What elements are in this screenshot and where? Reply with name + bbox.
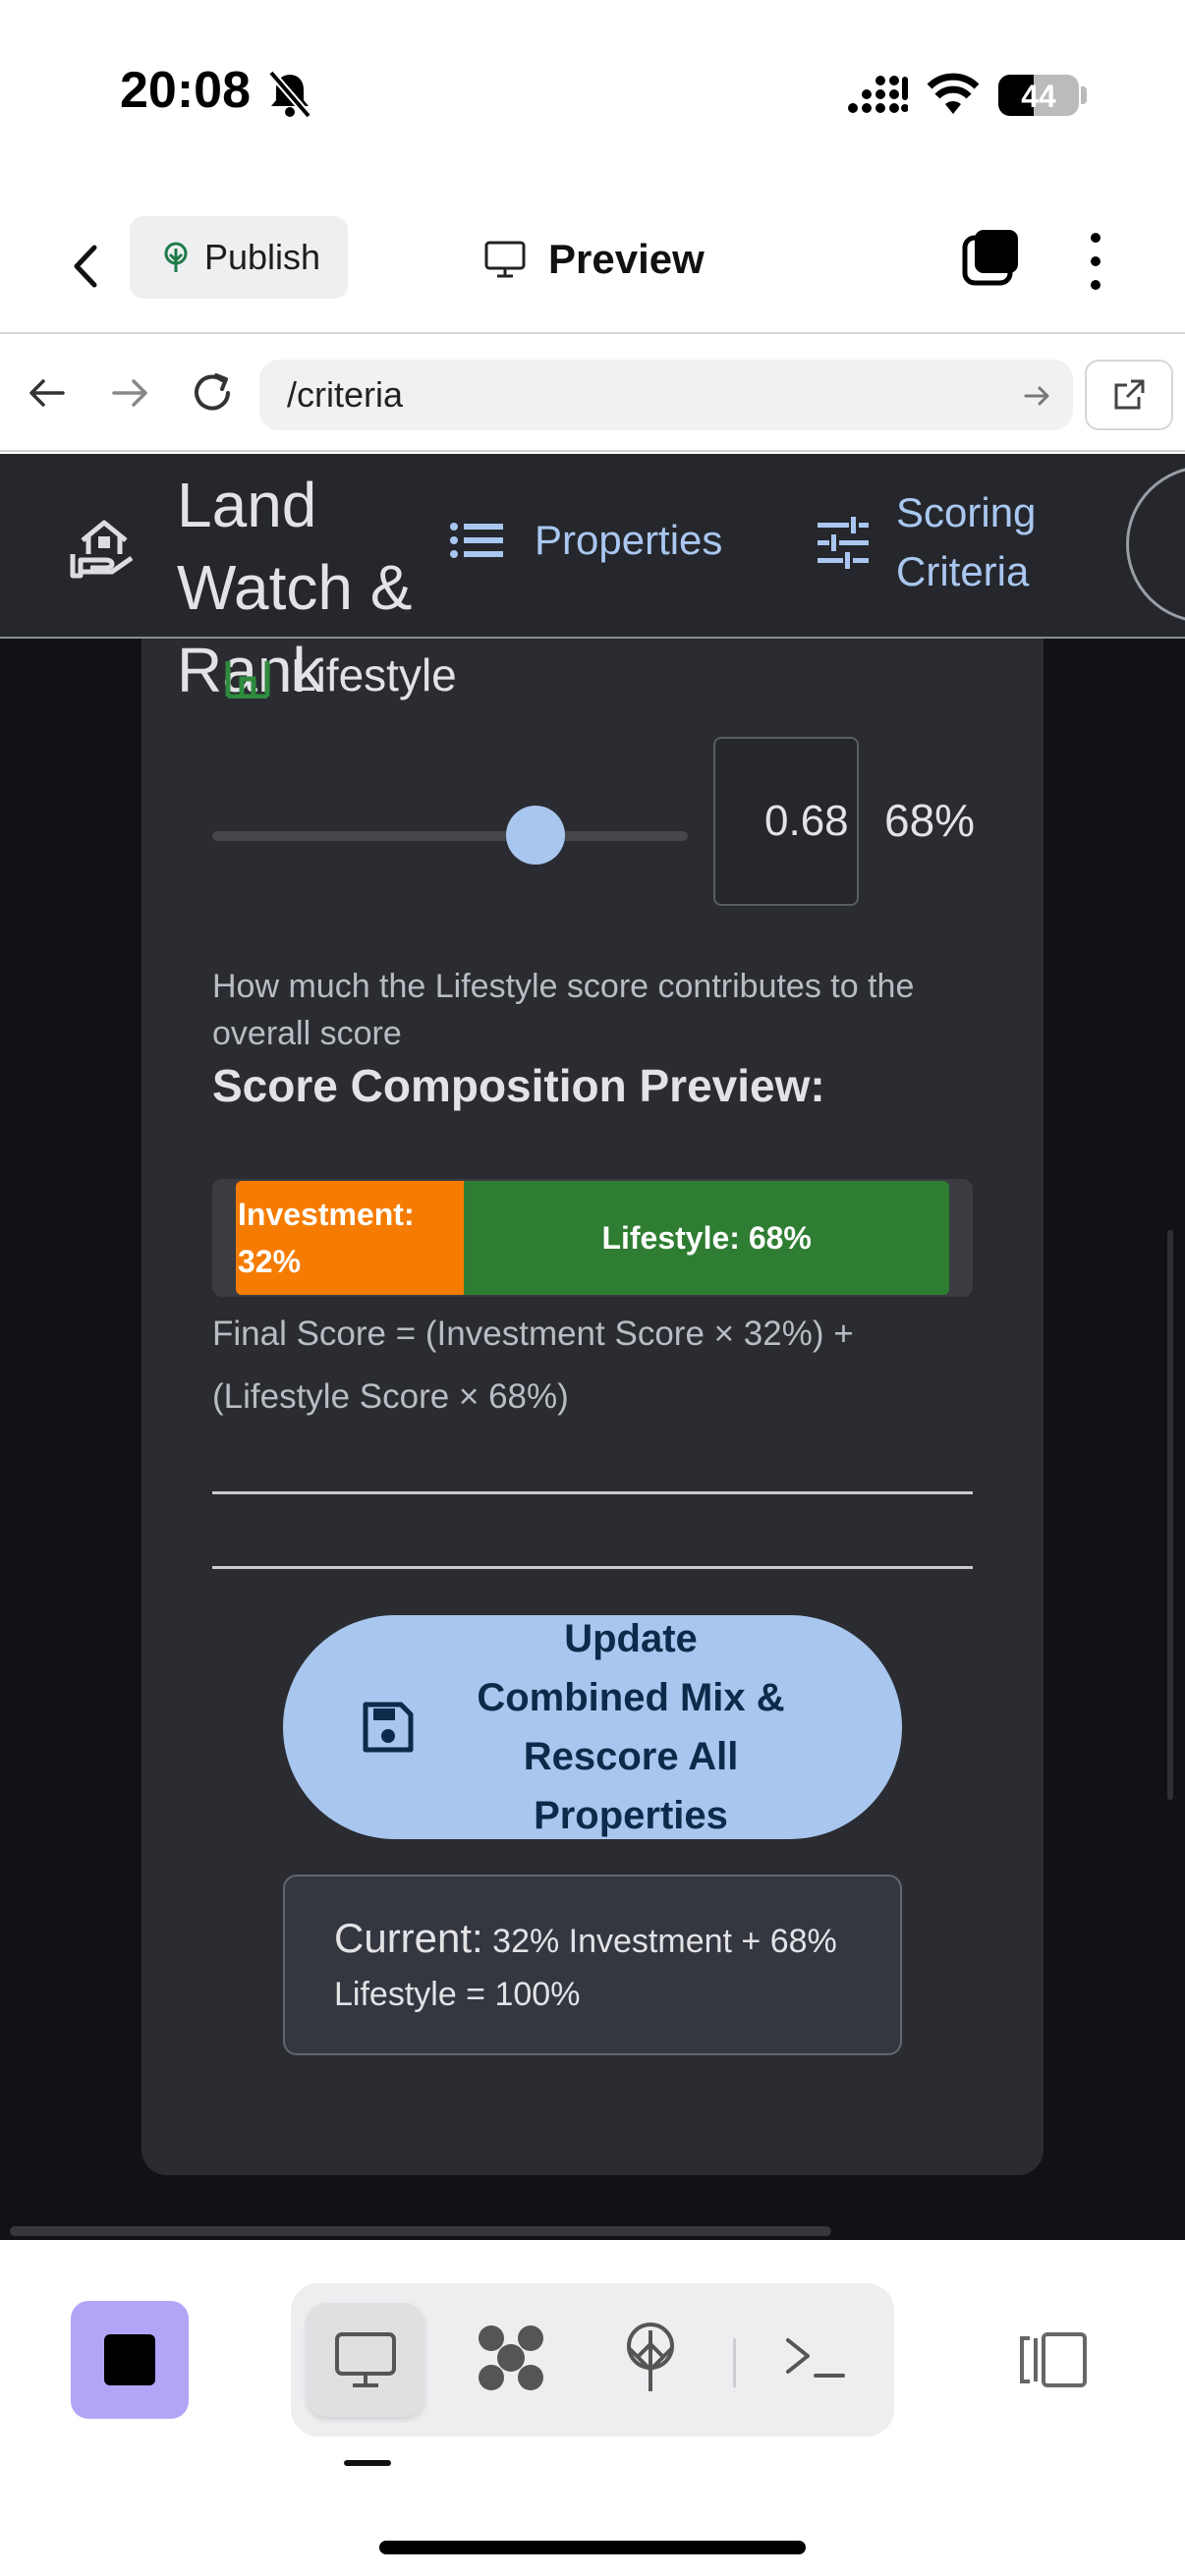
tune-sliders-icon xyxy=(818,517,869,569)
arrow-right-icon[interactable] xyxy=(108,371,151,415)
land-house-logo-icon[interactable] xyxy=(69,515,136,580)
nav-scoring-label: Scoring Criteria xyxy=(896,489,1037,594)
battery-tip xyxy=(1081,86,1087,104)
active-tab-indicator xyxy=(344,2460,391,2466)
divider xyxy=(212,1491,973,1494)
battery-level: 44 xyxy=(1021,79,1056,114)
lifestyle-label: Lifestyle xyxy=(291,649,457,700)
lifestyle-home-icon xyxy=(225,661,270,699)
list-icon xyxy=(450,523,503,558)
divider xyxy=(212,1566,973,1569)
publish-button[interactable]: Publish xyxy=(130,216,348,299)
web-content: Land Watch & Rank Properties Scoring Cri… xyxy=(0,454,1185,2240)
stop-button[interactable] xyxy=(71,2301,189,2419)
battery-icon: 44 xyxy=(998,75,1079,116)
tool-switcher xyxy=(291,2283,894,2436)
lifestyle-weight-input[interactable]: 0.68 xyxy=(713,737,859,906)
composition-title: Score Composition Preview: xyxy=(212,1060,825,1111)
bottom-toolbar xyxy=(0,2240,1185,2576)
avatar[interactable] xyxy=(1126,466,1185,623)
app-header: Publish Preview xyxy=(0,187,1185,334)
url-bar: /criteria xyxy=(0,334,1185,452)
preview-label: Preview xyxy=(548,236,705,282)
current-mix-summary: Current: 32% Investment + 68% Lifestyle … xyxy=(283,1875,902,2055)
monitor-icon xyxy=(484,241,526,278)
lifestyle-segment: Lifestyle: 68% xyxy=(464,1181,949,1295)
stop-icon xyxy=(104,2334,155,2385)
lifestyle-weight-slider[interactable] xyxy=(212,804,688,868)
more-vertical-icon[interactable] xyxy=(1081,230,1110,293)
go-arrow-icon[interactable] xyxy=(1022,381,1051,411)
wifi-icon xyxy=(927,73,980,114)
side-panel-icon[interactable] xyxy=(1018,2328,1091,2391)
publish-tree-icon xyxy=(164,242,188,272)
back-chevron-icon[interactable] xyxy=(61,232,110,301)
monitor-icon xyxy=(335,2332,396,2387)
nav-properties-link[interactable]: Properties xyxy=(450,517,722,564)
home-indicator xyxy=(379,2541,806,2554)
lifestyle-percent: 68% xyxy=(884,795,976,846)
lifestyle-help-text: How much the Lifestyle score contributes… xyxy=(212,968,915,1052)
update-rescore-button[interactable]: Update Combined Mix & Rescore All Proper… xyxy=(283,1615,902,1839)
url-input[interactable]: /criteria xyxy=(259,360,1073,430)
open-external-icon xyxy=(1114,379,1145,410)
nav-properties-label: Properties xyxy=(535,517,723,563)
nav-scoring-criteria-link[interactable]: Scoring Criteria xyxy=(816,483,1053,601)
slider-track xyxy=(212,831,688,841)
reload-icon[interactable] xyxy=(189,369,236,417)
preview-title[interactable]: Preview xyxy=(483,230,705,289)
arrow-left-icon[interactable] xyxy=(26,371,69,415)
formula-text: Final Score = (Investment Score × 32%) +… xyxy=(212,1315,854,1416)
status-bar: 20:08 44 xyxy=(0,0,1185,187)
terminal-icon[interactable] xyxy=(782,2328,851,2387)
status-time: 20:08 xyxy=(120,62,251,119)
publish-label: Publish xyxy=(204,237,321,277)
toolbar-divider xyxy=(733,2338,736,2387)
blob-nodes-icon[interactable] xyxy=(474,2321,548,2395)
lifestyle-header: Lifestyle xyxy=(222,648,457,701)
bell-muted-icon xyxy=(267,70,312,119)
desktop-preview-tab[interactable] xyxy=(307,2303,424,2417)
composition-bar: Investment: 32% Lifestyle: 68% xyxy=(212,1179,973,1297)
open-external-button[interactable] xyxy=(1085,360,1173,430)
cellular-signal-icon xyxy=(848,76,908,113)
update-button-label: Update Combined Mix & Rescore All Proper… xyxy=(477,1617,785,1837)
site-navbar: Land Watch & Rank Properties Scoring Cri… xyxy=(0,454,1185,705)
horizontal-scrollbar[interactable] xyxy=(10,2226,831,2236)
save-icon xyxy=(363,1702,414,1753)
publish-tree-icon[interactable] xyxy=(619,2321,682,2395)
current-heading: Current: xyxy=(334,1915,483,1961)
url-text: /criteria xyxy=(287,374,404,415)
slider-thumb[interactable] xyxy=(506,806,566,865)
vertical-scrollbar[interactable] xyxy=(1167,1230,1173,1800)
investment-segment: Investment: 32% xyxy=(236,1181,465,1295)
tabs-icon[interactable] xyxy=(961,228,1022,289)
